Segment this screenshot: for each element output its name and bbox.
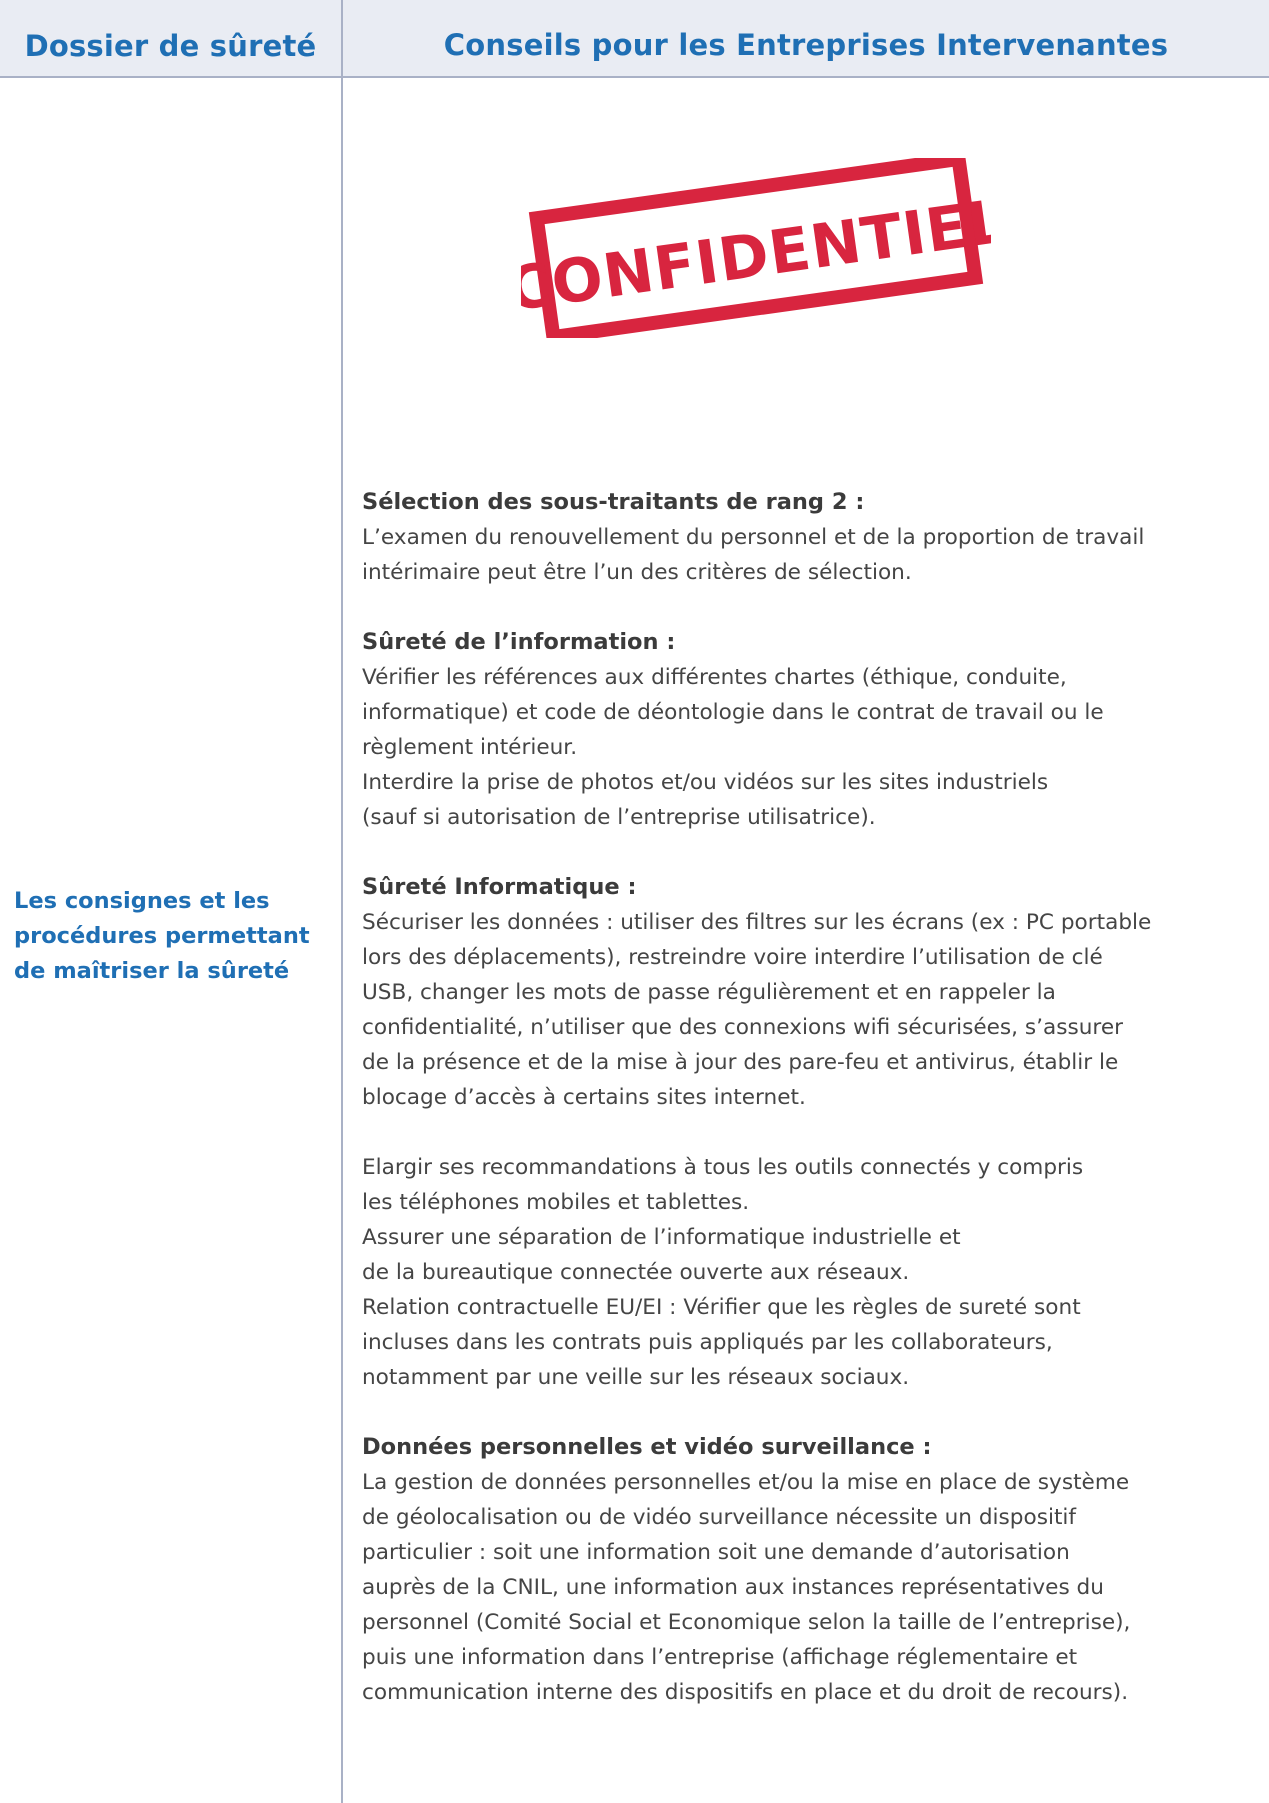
advice-content: Sélection des sous-traitants de rang 2 :…	[362, 485, 1267, 1745]
section-text-line: confidentialité, n’utiliser que des conn…	[362, 1015, 1124, 1040]
advice-section: Sélection des sous-traitants de rang 2 :…	[362, 485, 1267, 590]
section-text-line: informatique) et code de déontologie dan…	[362, 700, 1104, 725]
section-text-line: Sécuriser les données : utiliser des fil…	[362, 910, 1152, 935]
section-text-line: puis une information dans l’entreprise (…	[362, 1645, 1078, 1670]
section-text-line: de la bureautique connectée ouverte aux …	[362, 1260, 910, 1285]
left-label-line: de maîtriser la sûreté	[14, 958, 290, 984]
section-text-line: personnel (Comité Social et Economique s…	[362, 1610, 1131, 1635]
section-text-line: La gestion de données personnelles et/ou…	[362, 1470, 1130, 1495]
left-column-label: Les consignes et les procédures permetta…	[14, 884, 334, 989]
section-text-line: Assurer une séparation de l’informatique…	[362, 1225, 961, 1250]
confidential-stamp-graphic: CONFIDENTIEL	[503, 151, 1012, 345]
section-text-line: règlement intérieur.	[362, 735, 578, 760]
section-text-line: blocage d’accès à certains sites interne…	[362, 1085, 806, 1110]
section-text-line: les téléphones mobiles et tablettes.	[362, 1190, 750, 1215]
section-text-line	[362, 1115, 1267, 1150]
section-text-line: USB, changer les mots de passe régulière…	[362, 980, 1056, 1005]
section-text-line: Relation contractuelle EU/EI : Vérifier …	[362, 1295, 1081, 1320]
section-text-line: intérimaire peut être l’un des critères …	[362, 560, 912, 585]
section-title: Sûreté Informatique :	[362, 874, 637, 900]
section-title: Sélection des sous-traitants de rang 2 :	[362, 489, 865, 515]
section-text-line: (sauf si autorisation de l’entreprise ut…	[362, 805, 876, 830]
section-text-line: Elargir ses recommandations à tous les o…	[362, 1155, 1084, 1180]
section-text-line: notamment par une veille sur les réseaux…	[362, 1365, 910, 1390]
header-left-title: Dossier de sûreté	[24, 29, 317, 63]
section-text-line: de la présence et de la mise à jour des …	[362, 1050, 1119, 1075]
section-title: Sûreté de l’information :	[362, 629, 676, 655]
section-text-line: particulier : soit une information soit …	[362, 1540, 1070, 1565]
advice-section: Sûreté Informatique : Sécuriser les donné…	[362, 870, 1267, 1395]
section-text-line: incluses dans les contrats puis appliqué…	[362, 1330, 1053, 1355]
column-divider	[341, 0, 343, 1803]
confidential-stamp: CONFIDENTIEL	[503, 151, 1012, 345]
section-text-line: communication interne des dispositifs en…	[362, 1680, 1129, 1705]
document-page: Dossier de sûreté Conseils pour les Entr…	[0, 0, 1269, 1803]
section-text-line: L’examen du renouvellement du personnel …	[362, 525, 1145, 550]
table-header: Dossier de sûreté Conseils pour les Entr…	[0, 0, 1269, 78]
left-label-line: procédures permettant	[14, 923, 310, 949]
advice-section: Sûreté de l’information : Vérifier les ré…	[362, 625, 1267, 835]
header-right-title: Conseils pour les Entreprises Intervenan…	[443, 28, 1169, 62]
section-text-line: Vérifier les références aux différentes …	[362, 665, 1067, 690]
left-label-line: Les consignes et les	[14, 888, 270, 914]
section-text-line: lors des déplacements), restreindre voir…	[362, 945, 1103, 970]
section-title: Données personnelles et vidéo surveillan…	[362, 1434, 932, 1460]
section-text-line: auprès de la CNIL, une information aux i…	[362, 1575, 1104, 1600]
section-text-line: de géolocalisation ou de vidéo surveilla…	[362, 1505, 1077, 1530]
advice-section: Données personnelles et vidéo surveillan…	[362, 1430, 1267, 1710]
section-text-line: Interdire la prise de photos et/ou vidéo…	[362, 770, 1049, 795]
